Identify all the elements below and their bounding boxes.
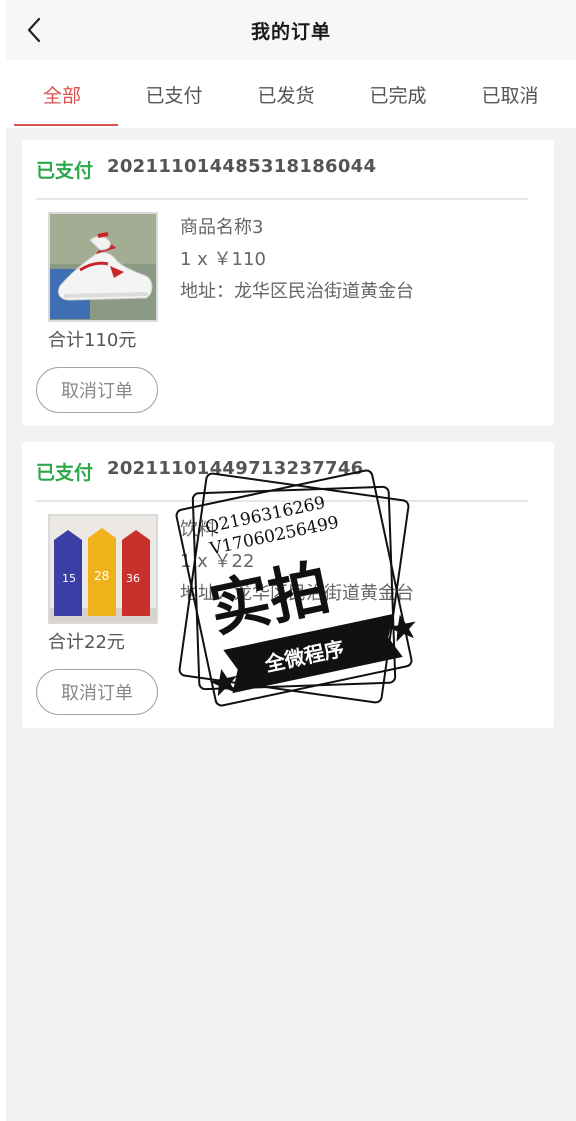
product-image[interactable] bbox=[48, 212, 158, 322]
product-image[interactable]: 15 28 36 bbox=[48, 514, 158, 624]
product-name: 饮料 bbox=[180, 519, 216, 540]
tab-shipped[interactable]: 已发货 bbox=[230, 60, 342, 128]
shipping-address: 地址：龙华区民治街道黄金台 bbox=[180, 583, 414, 604]
product-qty-price: 1 x ￥22 bbox=[180, 551, 255, 572]
tab-all[interactable]: 全部 bbox=[6, 60, 118, 128]
order-status: 已支付 bbox=[36, 462, 94, 484]
shipping-address: 地址：龙华区民治街道黄金台 bbox=[180, 281, 414, 302]
order-header: 已支付 20211101448531818604​4 bbox=[36, 156, 528, 200]
svg-text:36: 36 bbox=[126, 572, 140, 585]
order-total: 合计22元 bbox=[48, 632, 125, 653]
svg-text:28: 28 bbox=[94, 569, 109, 583]
top-bar: 我的订单 bbox=[6, 0, 576, 60]
order-card: 已支付 20211101449713237746 15 28 36 饮料 1 x… bbox=[22, 442, 554, 728]
cancel-order-button[interactable]: 取消订单 bbox=[36, 367, 158, 413]
order-number: 20211101449713237746 bbox=[107, 458, 364, 479]
tab-paid[interactable]: 已支付 bbox=[118, 60, 230, 128]
product-qty-price: 1 x ￥110 bbox=[180, 249, 266, 270]
cancel-order-button[interactable]: 取消订单 bbox=[36, 669, 158, 715]
order-total: 合计110元 bbox=[48, 330, 137, 351]
page-title: 我的订单 bbox=[250, 20, 331, 43]
order-card: 已支付 20211101448531818604​4 商品名称3 1 x ￥11… bbox=[22, 140, 554, 426]
product-info: 饮料 1 x ￥22 地址：龙华区民治街道黄金台 bbox=[180, 514, 414, 610]
product-name: 商品名称3 bbox=[180, 217, 264, 238]
order-header: 已支付 20211101449713237746 bbox=[36, 458, 528, 502]
back-button[interactable] bbox=[22, 16, 46, 44]
chevron-left-icon bbox=[27, 17, 41, 43]
order-tabs: 全部 已支付 已发货 已完成 已取消 bbox=[6, 60, 576, 128]
order-list-page: 我的订单 全部 已支付 已发货 已完成 已取消 已支付 202111014485… bbox=[0, 0, 576, 1121]
order-status: 已支付 bbox=[36, 160, 94, 182]
order-number: 20211101448531818604​4 bbox=[107, 156, 377, 177]
tab-cancelled[interactable]: 已取消 bbox=[454, 60, 566, 128]
drink-cartons-image-icon: 15 28 36 bbox=[50, 516, 156, 622]
product-info: 商品名称3 1 x ￥110 地址：龙华区民治街道黄金台 bbox=[180, 212, 414, 308]
tab-completed[interactable]: 已完成 bbox=[342, 60, 454, 128]
svg-text:15: 15 bbox=[62, 572, 76, 585]
sneaker-image-icon bbox=[50, 214, 156, 320]
